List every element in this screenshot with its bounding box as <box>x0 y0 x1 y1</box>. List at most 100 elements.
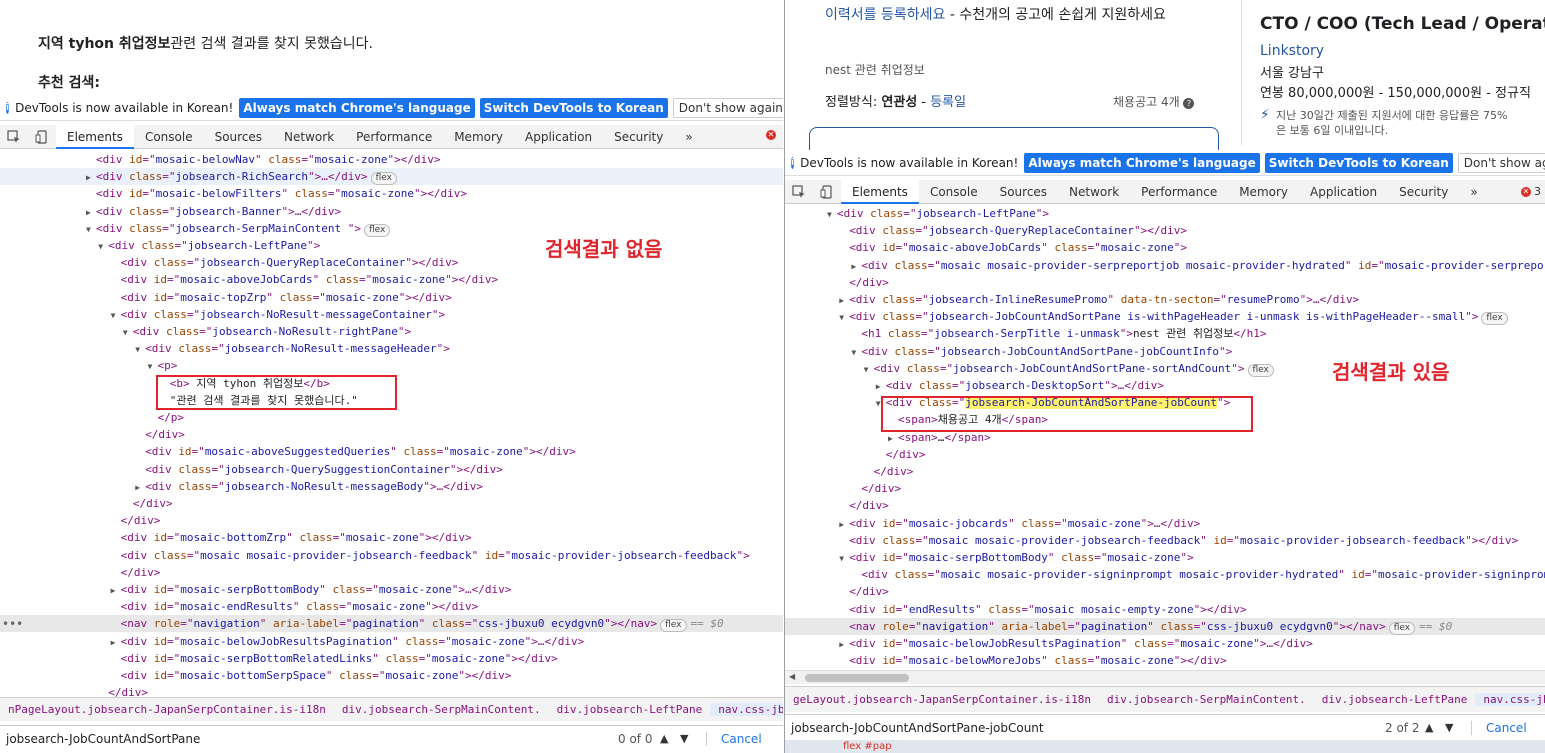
dom-node-line[interactable]: ▶ <div class="jobsearch-RichSearch">…</di… <box>0 168 783 186</box>
tab-console[interactable]: Console <box>134 125 204 149</box>
scroll-left-icon[interactable]: ◀ <box>789 672 795 681</box>
dom-node-line[interactable]: <div class="mosaic mosaic-provider-jobse… <box>785 532 1545 549</box>
company-link[interactable]: Linkstory <box>1260 43 1324 59</box>
error-count-badge[interactable]: ✕ <box>766 130 779 140</box>
collapse-triangle-icon[interactable]: ▼ <box>123 324 133 341</box>
dom-node-line[interactable]: ▼ <div id="mosaic-serpBottomBody" class="… <box>785 549 1545 566</box>
tab-memory[interactable]: Memory <box>1228 180 1299 204</box>
dom-node-line[interactable]: ▼ <div class="jobsearch-SerpMainContent "… <box>0 220 783 237</box>
breadcrumb-item[interactable]: nav.css-jbuxu0.ecydgvn0 <box>710 703 783 716</box>
dom-node-line[interactable]: <div id="mosaic-belowNav" class="mosaic-… <box>0 151 783 168</box>
dom-node-line[interactable]: </div> <box>785 463 1545 480</box>
horizontal-scrollbar[interactable]: ◀ <box>785 670 1545 684</box>
flex-badge[interactable]: flex <box>370 172 397 186</box>
search-next-icon[interactable]: ▼ <box>680 732 688 745</box>
dom-node-line[interactable]: </div> <box>785 446 1545 463</box>
tab-application[interactable]: Application <box>1299 180 1388 204</box>
dom-node-line[interactable]: ▼ <div class="jobsearch-NoResult-rightPan… <box>0 323 783 340</box>
collapse-triangle-icon[interactable]: ▼ <box>851 344 861 361</box>
dom-node-line[interactable]: ▶ <div class="jobsearch-InlineResumePromo… <box>785 291 1545 308</box>
tab-elements[interactable]: Elements <box>841 179 919 204</box>
dom-node-line[interactable]: ▼ <div class="jobsearch-LeftPane"> <box>0 237 783 254</box>
collapse-triangle-icon[interactable]: ▼ <box>86 221 96 238</box>
breadcrumb-item[interactable]: div.jobsearch-SerpMainContent. <box>1099 693 1314 706</box>
dom-node-line[interactable]: <div id="mosaic-topZrp" class="mosaic-zo… <box>0 289 783 306</box>
dom-node-line[interactable]: </div> <box>785 497 1545 514</box>
collapse-triangle-icon[interactable]: ▼ <box>839 550 849 567</box>
help-icon[interactable]: ? <box>1183 98 1195 109</box>
dom-node-line[interactable]: ▶ <div class="jobsearch-NoResult-messageB… <box>0 478 783 495</box>
collapse-triangle-icon[interactable]: ▼ <box>111 307 121 324</box>
dom-node-line[interactable]: <div id="mosaic-serpBottomRelatedLinks" … <box>0 650 783 667</box>
expand-triangle-icon[interactable]: ▶ <box>86 204 96 221</box>
always-match-language-button[interactable]: Always match Chrome's language <box>1024 152 1260 173</box>
dom-node-line[interactable]: <div id="mosaic-belowMoreJobs" class="mo… <box>785 652 1545 669</box>
collapse-triangle-icon[interactable]: ▼ <box>135 341 145 358</box>
dom-node-line[interactable]: </div> <box>0 495 783 512</box>
dom-node-line[interactable]: <div id="mosaic-belowFilters" class="mos… <box>0 185 783 202</box>
dom-node-line[interactable]: ▶ <div id="mosaic-belowJobResultsPaginati… <box>785 635 1545 652</box>
tab-performance[interactable]: Performance <box>1130 180 1228 204</box>
flex-badge[interactable]: flex <box>1388 621 1416 635</box>
expand-triangle-icon[interactable]: ▶ <box>888 430 898 447</box>
dom-node-line[interactable]: </div> <box>785 274 1545 291</box>
collapse-triangle-icon[interactable]: ▼ <box>864 361 874 378</box>
dom-node-line[interactable]: ▼ <div class="jobsearch-LeftPane"> <box>785 205 1545 222</box>
more-options-icon[interactable]: ••• <box>2 617 23 631</box>
dom-node-line[interactable]: </div> <box>0 512 783 529</box>
dom-node-line[interactable]: </div> <box>0 564 783 581</box>
flex-badge[interactable]: flex <box>1481 312 1508 326</box>
flex-badge[interactable]: flex <box>363 223 391 237</box>
flex-badge[interactable]: flex <box>1247 363 1274 377</box>
expand-triangle-icon[interactable]: ▶ <box>111 582 121 599</box>
flex-badge[interactable]: flex <box>660 619 687 633</box>
dom-node-line[interactable]: </div> <box>0 684 783 697</box>
register-resume-link[interactable]: 이력서를 등록하세요 <box>825 7 945 23</box>
expand-triangle-icon[interactable]: ▶ <box>839 516 849 533</box>
dom-node-line[interactable]: <div id="mosaic-endResults" class="mosai… <box>0 598 783 615</box>
expand-triangle-icon[interactable]: ▶ <box>111 634 121 651</box>
search-next-icon[interactable]: ▼ <box>1445 721 1453 734</box>
dom-node-line[interactable]: <div class="jobsearch-QueryReplaceContai… <box>785 222 1545 239</box>
expand-triangle-icon[interactable]: ▶ <box>851 258 861 275</box>
device-toolbar-icon[interactable] <box>28 125 56 149</box>
tab-performance[interactable]: Performance <box>345 125 443 149</box>
breadcrumb-item[interactable]: div.jobsearch-SerpMainContent. <box>334 703 549 716</box>
dom-node-line[interactable]: <div class="mosaic mosaic-provider-jobse… <box>0 547 783 564</box>
dom-search-input[interactable]: jobsearch-JobCountAndSortPane <box>0 732 200 746</box>
breadcrumb-item[interactable]: nPageLayout.jobsearch-JapanSerpContainer… <box>0 703 334 716</box>
search-cancel-button[interactable]: Cancel <box>706 731 762 746</box>
expand-triangle-icon[interactable]: ▶ <box>839 636 849 653</box>
search-prev-icon[interactable]: ▲ <box>660 732 668 745</box>
expand-triangle-icon[interactable]: ▶ <box>839 292 849 309</box>
dom-node-line[interactable]: <h1 class="jobsearch-SerpTitle i-unmask"… <box>785 325 1545 342</box>
expand-triangle-icon[interactable]: ▶ <box>876 378 886 395</box>
dom-node-line[interactable]: ▼ <div class="jobsearch-NoResult-messageC… <box>0 306 783 323</box>
dom-node-line[interactable]: <div id="mosaic-aboveJobCards" class="mo… <box>785 239 1545 256</box>
sort-by-date-link[interactable]: 등록일 <box>930 95 966 110</box>
tab-network[interactable]: Network <box>273 125 345 149</box>
tab-memory[interactable]: Memory <box>443 125 514 149</box>
dom-node-line[interactable]: ▶ <div class="mosaic mosaic-provider-serp… <box>785 257 1545 274</box>
expand-triangle-icon[interactable]: ▶ <box>86 169 96 186</box>
expand-triangle-icon[interactable]: ▶ <box>135 479 145 496</box>
search-cancel-button[interactable]: Cancel <box>1471 720 1527 735</box>
company-name[interactable]: Linkstory <box>1260 43 1324 59</box>
dom-node-line[interactable]: <div id="mosaic-bottomZrp" class="mosaic… <box>0 529 783 546</box>
inspect-element-icon[interactable] <box>785 180 813 204</box>
dom-node-line[interactable]: <div class="jobsearch-QuerySuggestionCon… <box>0 461 783 478</box>
dom-node-line[interactable]: <div id="mosaic-aboveSuggestedQueries" c… <box>0 443 783 460</box>
dom-node-line[interactable]: ▼ <p> <box>0 357 783 374</box>
dom-node-line[interactable]: ▶ <div class="jobsearch-Banner">…</div> <box>0 203 783 220</box>
switch-to-korean-button[interactable]: Switch DevTools to Korean <box>1264 152 1453 173</box>
dom-node-line[interactable]: <div class="mosaic mosaic-provider-signi… <box>785 566 1545 583</box>
dont-show-again-button[interactable]: Don't show again <box>672 97 783 118</box>
dom-node-line[interactable]: </p> <box>0 409 783 426</box>
tab-sources[interactable]: Sources <box>204 125 273 149</box>
error-count-badge[interactable]: ✕ 3 <box>1521 185 1541 198</box>
always-match-language-button[interactable]: Always match Chrome's language <box>239 97 475 118</box>
tab-elements[interactable]: Elements <box>56 124 134 149</box>
collapse-triangle-icon[interactable]: ▼ <box>827 206 837 223</box>
tab-network[interactable]: Network <box>1058 180 1130 204</box>
collapse-triangle-icon[interactable]: ▼ <box>148 358 158 375</box>
